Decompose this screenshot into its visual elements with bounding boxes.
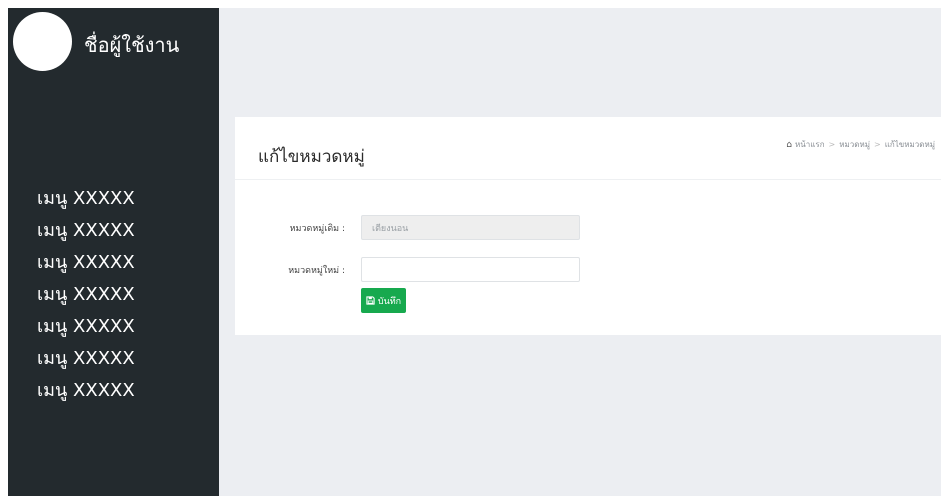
app-frame: ชื่อผู้ใช้งาน เมนู XXXXX เมนู XXXXX เมนู…	[8, 8, 941, 496]
avatar[interactable]	[13, 12, 72, 71]
sidebar: ชื่อผู้ใช้งาน เมนู XXXXX เมนู XXXXX เมนู…	[8, 8, 219, 496]
home-icon[interactable]: ⌂	[786, 140, 792, 150]
save-button[interactable]: บันทึก	[361, 288, 406, 313]
sidebar-menu-item[interactable]: เมนู XXXXX	[37, 279, 135, 311]
breadcrumb-separator: >	[828, 140, 836, 149]
breadcrumb-home[interactable]: หน้าแรก	[795, 138, 825, 151]
sidebar-menu: เมนู XXXXX เมนู XXXXX เมนู XXXXX เมนู XX…	[37, 183, 135, 407]
page-title: แก้ไขหมวดหมู่	[258, 147, 365, 167]
breadcrumb-current: แก้ไขหมวดหมู่	[884, 140, 935, 149]
floppy-disk-icon	[366, 296, 375, 305]
new-category-field[interactable]	[361, 257, 580, 282]
sidebar-menu-item[interactable]: เมนู XXXXX	[37, 247, 135, 279]
sidebar-menu-item[interactable]: เมนู XXXXX	[37, 215, 135, 247]
sidebar-menu-item[interactable]: เมนู XXXXX	[37, 375, 135, 407]
sidebar-menu-item[interactable]: เมนู XXXXX	[37, 311, 135, 343]
username: ชื่อผู้ใช้งาน	[84, 33, 180, 57]
old-category-field[interactable]	[361, 215, 580, 240]
breadcrumb: ⌂ หน้าแรก > หมวดหมู่ > แก้ไขหมวดหมู่	[786, 138, 935, 151]
new-category-label: หมวดหมู่ใหม่ :	[288, 266, 345, 276]
edit-category-panel: แก้ไขหมวดหมู่ ⌂ หน้าแรก > หมวดหมู่ > แก้…	[235, 117, 941, 335]
sidebar-menu-item[interactable]: เมนู XXXXX	[37, 343, 135, 375]
divider	[235, 179, 941, 180]
breadcrumb-separator: >	[874, 140, 881, 149]
save-button-label: บันทึก	[377, 296, 402, 307]
old-category-label: หมวดหมู่เดิม :	[289, 224, 345, 234]
sidebar-menu-item[interactable]: เมนู XXXXX	[37, 183, 135, 215]
breadcrumb-category[interactable]: หมวดหมู่	[839, 138, 870, 151]
